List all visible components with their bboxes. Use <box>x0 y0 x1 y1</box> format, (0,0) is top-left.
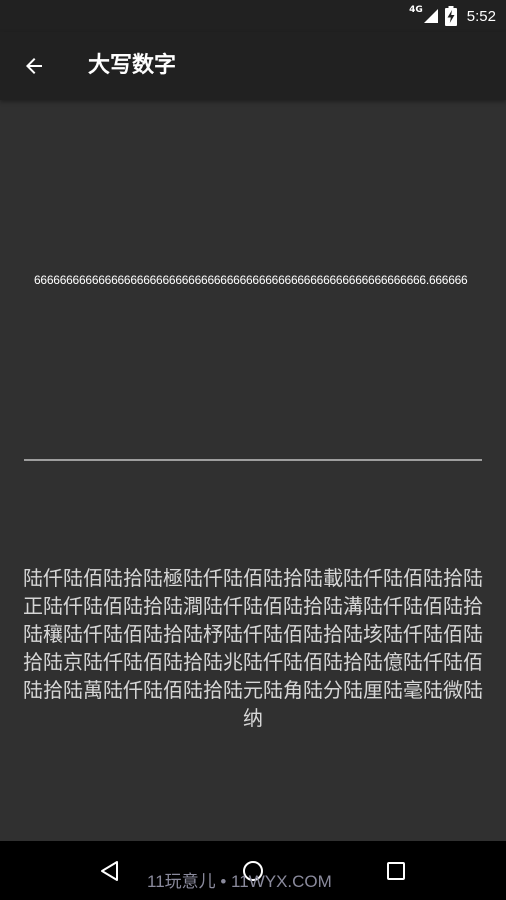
number-input[interactable] <box>24 100 482 460</box>
app-bar: 大写数字 <box>0 32 506 100</box>
result-text: 陆仟陆佰陆拾陆極陆仟陆佰陆拾陆載陆仟陆佰陆拾陆正陆仟陆佰陆拾陆澗陆仟陆佰陆拾陆溝… <box>23 566 483 730</box>
input-underline <box>24 459 482 461</box>
nav-home-icon <box>243 860 263 881</box>
number-input-container <box>24 100 482 462</box>
status-time: 5:52 <box>466 7 496 25</box>
status-icons: 4G 5:52 <box>409 0 496 32</box>
signal-icon <box>423 9 438 23</box>
arrow-left-icon <box>26 58 42 74</box>
network-type: 4G <box>409 5 423 15</box>
screen: 4G 5:52 大写数字 陆仟陆佰陆拾陆極陆仟陆佰陆拾陆載陆仟陆佰陆拾陆正陆仟陆… <box>0 0 506 900</box>
navigation-bar: 11玩意儿 • 11WYX.COM <box>0 841 506 900</box>
battery-charging-icon <box>444 6 457 26</box>
nav-back-icon <box>101 860 118 881</box>
nav-recent-button[interactable] <box>366 841 426 900</box>
status-bar: 4G 5:52 <box>0 0 506 32</box>
page-title: 大写数字 <box>88 53 177 78</box>
nav-recent-icon <box>387 861 405 880</box>
back-button[interactable] <box>12 44 56 88</box>
nav-back-button[interactable] <box>80 841 140 900</box>
nav-home-button[interactable] <box>223 841 283 900</box>
